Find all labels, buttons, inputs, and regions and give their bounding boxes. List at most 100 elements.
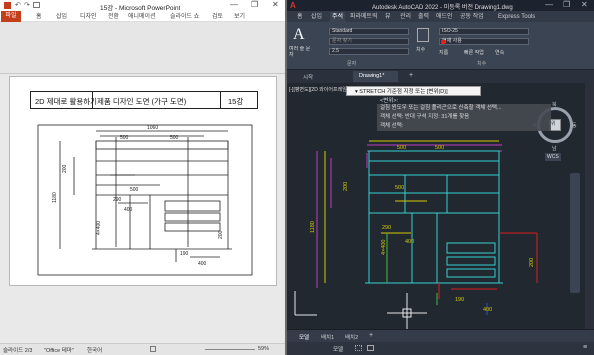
ppt-status-bar: 슬라이드 2/3 "Office 테마" 한국어 59% [0,343,286,355]
tab-home[interactable]: 홈 [36,12,42,22]
ppt-ribbon-tabs: 홈 삽입 디자인 전환 애니메이션 슬라이드 쇼 검토 보기 [0,11,286,22]
dim-label: 500 [130,187,139,193]
autocad-logo-icon[interactable]: A [290,1,296,10]
notes-icon[interactable] [150,346,156,352]
tab-layout1[interactable]: 배치1 [321,333,334,341]
tab-model[interactable]: 모델 [299,333,309,341]
dim-label: 200 [62,164,68,173]
command-line: 객체 선택: 반대 구석 지정: 31개를 찾음 [380,114,470,120]
dim-label: 1180 [310,221,316,233]
new-tab-icon[interactable]: + [409,72,413,79]
command-history: 걸침 윈도우 또는 걸침 폴리곤으로 신축할 객체 선택... 객체 선택: 반… [377,104,551,131]
tab-home[interactable]: 홈 [297,12,303,22]
dim-label: 200 [529,258,535,267]
tab-output[interactable]: 출력 [418,12,429,22]
multiline-text-icon[interactable]: A [293,26,305,44]
multiline-text-label[interactable]: 여러 줄 문자 [289,46,311,58]
compass-south[interactable]: 남 [552,145,557,152]
close-icon[interactable]: ✕ [272,0,279,9]
acad-layout-tabs: 모델 배치1 배치2 + [287,329,594,342]
tab-insert[interactable]: 삽입 [56,12,67,22]
dim-label: 290 [113,197,122,203]
tab-view[interactable]: 보기 [234,12,245,22]
acad-status-bar: 모델 ≡ [287,342,594,355]
dim-label: 190 [455,297,464,303]
restore-icon[interactable]: ❐ [251,0,258,9]
acad-ribbon: A 여러 줄 문자 Standard 문자 찾기 2.5 치수 ISO-25 현… [287,22,594,70]
viewcube-top-label[interactable]: 위 [551,120,556,127]
tab-annotate[interactable]: 주석 [330,12,346,22]
quick-dim-label[interactable]: 빠른 작업 [464,49,484,56]
layer-select[interactable]: 현재 사용 [439,38,529,45]
text-style-select[interactable]: Standard [329,28,409,35]
undo-icon[interactable]: ↶ [15,1,21,9]
cursor-crosshair [387,293,427,329]
tab-slideshow[interactable]: 슬라이드 쇼 [170,12,199,22]
redo-icon[interactable]: ↷ [24,1,30,9]
panel-dim-title: 치수 [477,61,487,67]
tab-start[interactable]: 시작 [303,73,313,81]
dim-label: 500 [120,135,129,141]
tab-design[interactable]: 디자인 [80,12,97,22]
tab-review[interactable]: 검토 [212,12,223,22]
dim-label: 500 [395,185,404,191]
dimension-icon[interactable] [417,28,429,42]
leader-label[interactable]: 지름 [439,49,448,56]
save-icon[interactable] [4,2,11,9]
ppt-title-bar: ↶ ↷ 15강 - Microsoft PowerPoint — ❐ ✕ [0,0,286,12]
minimize-icon[interactable]: — [230,0,238,9]
slide-title-right: 15강 [228,97,244,106]
tab-view[interactable]: 뷰 [385,12,391,22]
wcs-menu[interactable]: WCS [545,153,561,161]
dim-label: 500 [435,145,444,151]
grid-icon[interactable] [355,345,362,351]
minimize-icon[interactable]: — [545,0,553,9]
continue-dim-label[interactable]: 연속 [495,49,504,56]
snap-icon[interactable] [367,345,374,351]
slideshow-icon[interactable] [33,2,40,8]
dim-label: 400 [405,239,414,245]
dim-label: 400 [124,207,133,213]
ppt-ribbon-collapsed-area [0,22,286,74]
command-line: 걸침 윈도우 또는 걸침 폴리곤으로 신축할 객체 선택... [380,105,502,111]
dim-label: 4×400 [96,221,102,235]
dim-label: 200 [218,230,224,239]
model-space-toggle[interactable]: 모델 [333,345,343,353]
customize-icon[interactable]: ≡ [583,344,587,351]
nav-bar[interactable] [570,173,580,293]
command-line: 객체 선택: [380,123,404,129]
stretch-tooltip: ▾ STRETCH 기준점 지정 또는 [변위(D)] [346,86,481,96]
zoom-slider[interactable] [205,349,255,350]
tab-animations[interactable]: 애니메이션 [128,12,156,22]
ucs-icon [294,291,317,316]
tab-transitions[interactable]: 전환 [108,12,119,22]
add-layout-icon[interactable]: + [369,332,373,339]
tab-insert[interactable]: 삽입 [311,12,322,22]
panel-text-title: 문자 [347,61,357,67]
dim-style-select[interactable]: ISO-25 [439,28,529,35]
tab-parametric[interactable]: 파라메트릭 [350,12,378,22]
tab-express[interactable]: Express Tools [498,12,535,22]
dim-label: 1060 [147,125,158,131]
slide-title-left: 2D 제대로 활용하기 [35,97,98,106]
compass-east[interactable]: 동 [572,122,577,129]
text-height-select[interactable]: 2.5 [329,48,409,55]
compass-north[interactable]: 북 [552,101,557,108]
tab-drawing1[interactable]: Drawing1* [353,71,399,82]
restore-icon[interactable]: ❐ [563,0,570,9]
dim-label: 190 [180,251,189,257]
tooltip-sub: <변위>: [380,98,399,104]
theme-name: "Office 테마" [44,348,74,354]
tab-layout2[interactable]: 배치2 [345,333,358,341]
tab-collaborate[interactable]: 공동 작업 [460,12,484,22]
find-text-input[interactable]: 문자 찾기 [329,38,409,45]
zoom-level: 59% [258,346,270,352]
tab-file[interactable]: 파일 [1,11,21,22]
tab-manage[interactable]: 관리 [400,12,411,22]
tab-addins[interactable]: 애드인 [436,12,453,22]
dimension-label[interactable]: 치수 [416,46,425,53]
close-icon[interactable]: ✕ [581,0,588,9]
language: 한국어 [87,348,103,354]
tooltip-text: ▾ STRETCH 기준점 지정 또는 [변위(D)] [355,89,448,95]
acad-document-tabs: 시작 Drawing1* + [287,70,594,82]
